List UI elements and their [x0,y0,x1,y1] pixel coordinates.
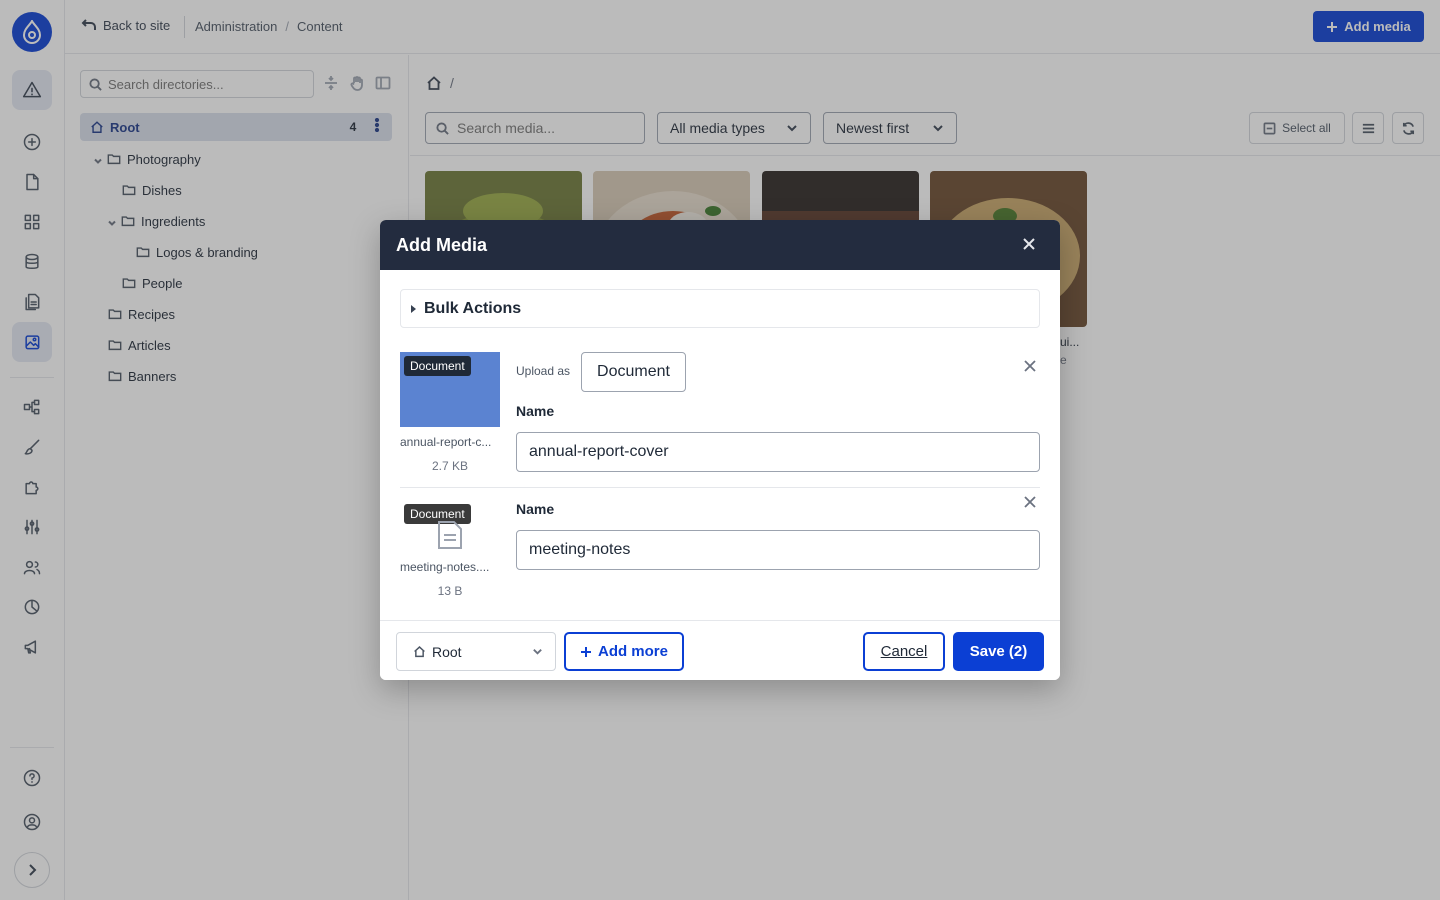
dialog-title: Add Media [396,235,488,255]
bulk-actions-label: Bulk Actions [424,299,522,317]
item-divider [400,487,1040,488]
upload-file-name: annual-report-c... [400,435,492,449]
dialog-footer: Root Add more Cancel Save (2) [380,620,1060,680]
plus-icon [580,646,591,657]
chevron-down-icon [533,649,542,655]
upload-file-size: 2.7 KB [431,459,469,473]
close-icon[interactable] [1021,236,1041,256]
dialog-header: Add Media [380,220,1060,270]
add-more-label: Add more [597,643,668,660]
name-label: Name [516,501,555,517]
home-icon [414,646,425,658]
upload-preview: Document [400,352,500,427]
upload-file-size: 13 B [437,584,463,598]
cancel-button[interactable]: Cancel [863,632,945,671]
bulk-actions-toggle[interactable]: Bulk Actions [400,289,1040,328]
remove-item-icon[interactable] [1024,496,1038,510]
add-media-dialog: Add Media Bulk Actions Document annual-r… [380,220,1060,680]
target-directory-value: Root [432,643,462,660]
remove-item-icon[interactable] [1024,360,1038,374]
name-input[interactable] [516,432,1040,472]
save-button[interactable]: Save (2) [953,632,1044,671]
upload-as-label: Upload as [516,364,571,378]
upload-file-name: meeting-notes.... [400,560,490,574]
add-more-button[interactable]: Add more [564,632,684,671]
caret-right-icon [411,304,416,313]
name-label: Name [516,403,555,419]
target-directory-select[interactable]: Root [396,632,556,671]
document-file-icon [438,521,462,549]
upload-as-value: Document [597,363,670,380]
name-input[interactable] [516,530,1040,570]
media-type-badge: Document [404,356,471,376]
upload-as-select[interactable]: Document [581,352,686,392]
